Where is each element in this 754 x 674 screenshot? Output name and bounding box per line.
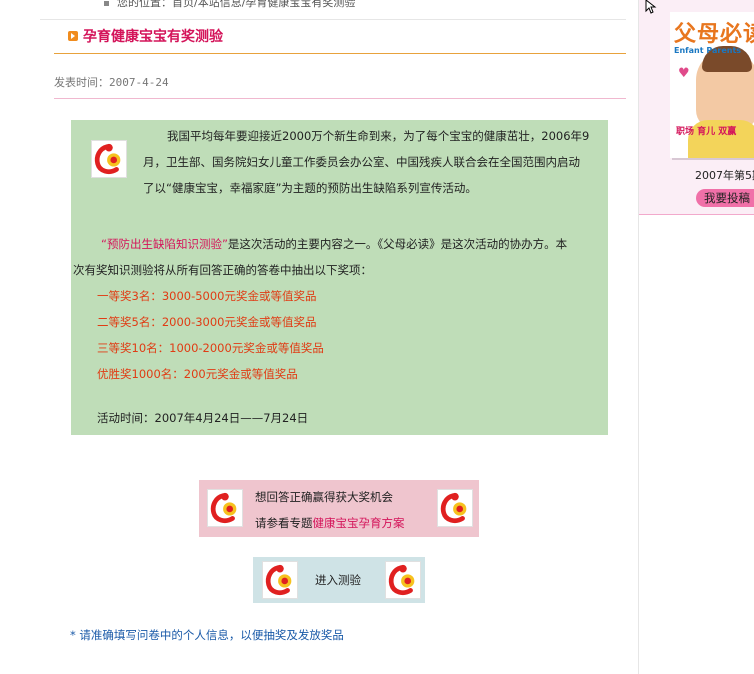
quiz-name: “预防出生缺陷知识测验” bbox=[101, 237, 228, 251]
prize-second: 二等奖5名：2000-3000元奖金或等值奖品 bbox=[97, 315, 317, 329]
magazine-cover[interactable]: 父母必读 Enfant Parents ♥ 职场 育儿 双赢 bbox=[670, 12, 754, 158]
prize-merit: 优胜奖1000名：200元奖金或等值奖品 bbox=[97, 367, 298, 381]
magazine-band: 职场 育儿 双赢 bbox=[676, 127, 737, 137]
quiz-line-2: 次有奖知识测验将从所有回答正确的答卷中抽出以下奖项： bbox=[73, 263, 372, 277]
quiz-line-1: “预防出生缺陷知识测验”是这次活动的主要内容之一。《父母必读》是这次活动的协办方… bbox=[101, 236, 567, 252]
campaign-logo-icon bbox=[262, 561, 298, 599]
activity-period: 活动时间：2007年4月24日——7月24日 bbox=[97, 411, 309, 425]
intro-line-3: 了以“健康宝宝，幸福家庭”为主题的预防出生缺陷系列宣传活动。 bbox=[143, 181, 477, 195]
magazine-subtitle: Enfant Parents bbox=[674, 46, 742, 55]
campaign-logo-icon bbox=[91, 140, 127, 178]
campaign-logo-icon bbox=[385, 561, 421, 599]
mouse-cursor-icon bbox=[645, 0, 657, 14]
prize-first: 一等奖3名：3000-5000元奖金或等值奖品 bbox=[97, 289, 317, 303]
breadcrumb-text: 您的位置：首页/本站信息/孕育健康宝宝有奖测验 bbox=[117, 0, 356, 9]
baby-photo bbox=[696, 46, 754, 130]
campaign-logo-icon bbox=[207, 489, 243, 527]
content-box: 我国平均每年要迎接近2000万个新生命到来，为了每个宝宝的健康茁壮，2006年9… bbox=[71, 120, 608, 435]
prize-third: 三等奖10名：1000-2000元奖金或等值奖品 bbox=[97, 341, 324, 355]
heart-icon: ♥ bbox=[678, 66, 690, 81]
publish-date: 发表时间：2007-4-24 bbox=[54, 76, 169, 89]
submit-article-button[interactable]: 我要投稿 bbox=[696, 189, 754, 207]
quiz-line-1-rest: 是这次活动的主要内容之一。《父母必读》是这次活动的协办方。本 bbox=[227, 237, 568, 251]
privacy-note: * 请准确填写问卷中的个人信息，以便抽奖及发放奖品 bbox=[70, 628, 344, 642]
issue-label: 2007年第5期 bbox=[695, 169, 754, 182]
intro-line-2: 月，卫生部、国务院妇女儿童工作委员会办公室、中国残疾人联合会在全国范围内启动 bbox=[143, 155, 580, 169]
arrow-icon bbox=[68, 31, 78, 41]
enter-quiz-label: 进入测验 bbox=[315, 573, 361, 587]
promo-box: 想回答正确赢得获大奖机会 请参看专题健康宝宝孕育方案 bbox=[199, 480, 479, 537]
topic-link[interactable]: 健康宝宝孕育方案 bbox=[313, 516, 405, 530]
promo-prefix: 请参看专题 bbox=[255, 516, 313, 530]
sidebar-magazine-panel: 父母必读 Enfant Parents ♥ 职场 育儿 双赢 2007年第5期 … bbox=[639, 0, 754, 215]
enter-quiz-button[interactable]: 进入测验 bbox=[253, 557, 425, 603]
page-title: 孕育健康宝宝有奖测验 bbox=[83, 29, 223, 45]
title-row: 孕育健康宝宝有奖测验 bbox=[54, 22, 626, 54]
campaign-logo-icon bbox=[437, 489, 473, 527]
magazine-title: 父母必读 bbox=[674, 21, 754, 47]
top-strip: 您的位置：首页/本站信息/孕育健康宝宝有奖测验 bbox=[40, 0, 626, 20]
promo-line-1: 想回答正确赢得获大奖机会 bbox=[255, 490, 393, 504]
bullet-icon bbox=[104, 0, 109, 6]
intro-line-1: 我国平均每年要迎接近2000万个新生命到来，为了每个宝宝的健康茁壮，2006年9 bbox=[167, 129, 590, 143]
breadcrumb: 您的位置：首页/本站信息/孕育健康宝宝有奖测验 bbox=[104, 0, 355, 10]
promo-line-2: 请参看专题健康宝宝孕育方案 bbox=[255, 515, 405, 531]
pubdate-row: 发表时间：2007-4-24 bbox=[54, 74, 626, 99]
